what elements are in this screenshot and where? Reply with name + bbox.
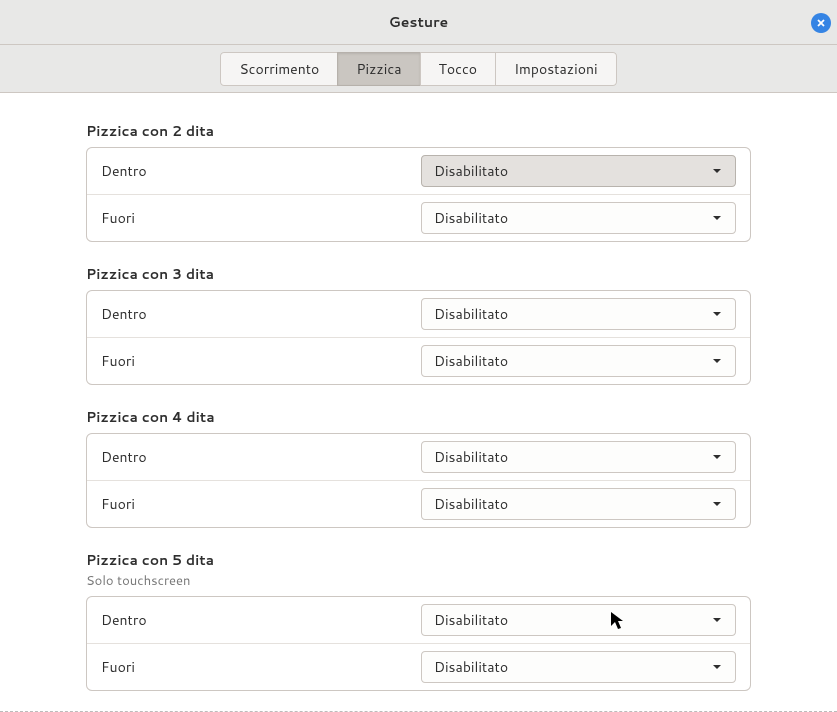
chevron-down-icon (711, 212, 723, 224)
setting-control: Disabilitato (419, 202, 737, 234)
setting-row: Fuori Disabilitato (87, 643, 750, 690)
combo-value: Disabilitato (434, 161, 508, 181)
action-combo[interactable]: Disabilitato (421, 441, 736, 473)
setting-row: Fuori Disabilitato (87, 337, 750, 384)
chevron-down-icon (711, 498, 723, 510)
setting-label: Fuori (101, 208, 419, 228)
setting-row: Dentro Disabilitato (87, 597, 750, 643)
gesture-group: Pizzica con 3 ditaDentroDisabilitatoFuor… (86, 264, 751, 385)
group-title: Pizzica con 2 dita (86, 121, 751, 141)
action-combo[interactable]: Disabilitato (421, 202, 736, 234)
group-title: Pizzica con 5 dita (86, 550, 751, 570)
group-title: Pizzica con 3 dita (86, 264, 751, 284)
setting-control: Disabilitato (419, 298, 737, 330)
setting-control: Disabilitato (419, 155, 737, 187)
toolbar: Scorrimento Pizzica Tocco Impostazioni (0, 45, 837, 93)
tab-impostazioni[interactable]: Impostazioni (495, 52, 617, 86)
gesture-group: Pizzica con 4 ditaDentroDisabilitatoFuor… (86, 407, 751, 528)
setting-control: Disabilitato (419, 651, 737, 683)
close-button[interactable] (811, 13, 831, 33)
setting-control: Disabilitato (419, 345, 737, 377)
combo-value: Disabilitato (434, 304, 508, 324)
chevron-down-icon (711, 165, 723, 177)
setting-label: Dentro (101, 610, 419, 630)
minimize-button[interactable] (747, 13, 767, 33)
content: Pizzica con 2 ditaDentroDisabilitatoFuor… (0, 93, 837, 712)
combo-value: Disabilitato (434, 657, 508, 677)
action-combo[interactable]: Disabilitato (421, 488, 736, 520)
setting-label: Dentro (101, 447, 419, 467)
setting-row: Fuori Disabilitato (87, 194, 750, 241)
action-combo[interactable]: Disabilitato (421, 345, 736, 377)
action-combo[interactable]: Disabilitato (421, 155, 736, 187)
setting-row: Dentro Disabilitato (87, 291, 750, 337)
chevron-down-icon (711, 661, 723, 673)
setting-label: Dentro (101, 304, 419, 324)
setting-row: Dentro Disabilitato (87, 148, 750, 194)
combo-value: Disabilitato (434, 351, 508, 371)
tab-tocco[interactable]: Tocco (420, 52, 497, 86)
setting-label: Dentro (101, 161, 419, 181)
settings-card: Dentro Disabilitato Fuori Disabilitato (86, 147, 751, 242)
action-combo[interactable]: Disabilitato (421, 298, 736, 330)
settings-card: Dentro Disabilitato Fuori Disabilitato (86, 290, 751, 385)
combo-value: Disabilitato (434, 610, 508, 630)
tab-scorrimento[interactable]: Scorrimento (220, 52, 338, 86)
setting-row: Dentro Disabilitato (87, 434, 750, 480)
maximize-button[interactable] (779, 13, 799, 33)
group-title: Pizzica con 4 dita (86, 407, 751, 427)
setting-control: Disabilitato (419, 488, 737, 520)
gesture-group: Pizzica con 5 dita Solo touchscreen Dentro… (86, 550, 751, 691)
tab-pizzica[interactable]: Pizzica (337, 52, 420, 86)
chevron-down-icon (711, 308, 723, 320)
setting-label: Fuori (101, 351, 419, 371)
combo-value: Disabilitato (434, 494, 508, 514)
combo-value: Disabilitato (434, 447, 508, 467)
setting-row: Fuori Disabilitato (87, 480, 750, 527)
setting-control: Disabilitato (419, 604, 737, 636)
view-switcher: Scorrimento Pizzica Tocco Impostazioni (220, 52, 616, 86)
setting-label: Fuori (101, 494, 419, 514)
window-title: Gesture (389, 12, 448, 32)
gesture-group: Pizzica con 2 ditaDentroDisabilitatoFuor… (86, 121, 751, 242)
settings-card: Dentro Disabilitato Fuori Disabilitato (86, 596, 751, 691)
window-controls (747, 0, 831, 45)
combo-value: Disabilitato (434, 208, 508, 228)
settings-card: Dentro Disabilitato Fuori Disabilitato (86, 433, 751, 528)
chevron-down-icon (711, 355, 723, 367)
chevron-down-icon (711, 451, 723, 463)
chevron-down-icon (711, 614, 723, 626)
setting-label: Fuori (101, 657, 419, 677)
action-combo[interactable]: Disabilitato (421, 604, 736, 636)
headerbar: Gesture (0, 0, 837, 45)
setting-control: Disabilitato (419, 441, 737, 473)
group-subtitle: Solo touchscreen (86, 572, 751, 590)
action-combo[interactable]: Disabilitato (421, 651, 736, 683)
